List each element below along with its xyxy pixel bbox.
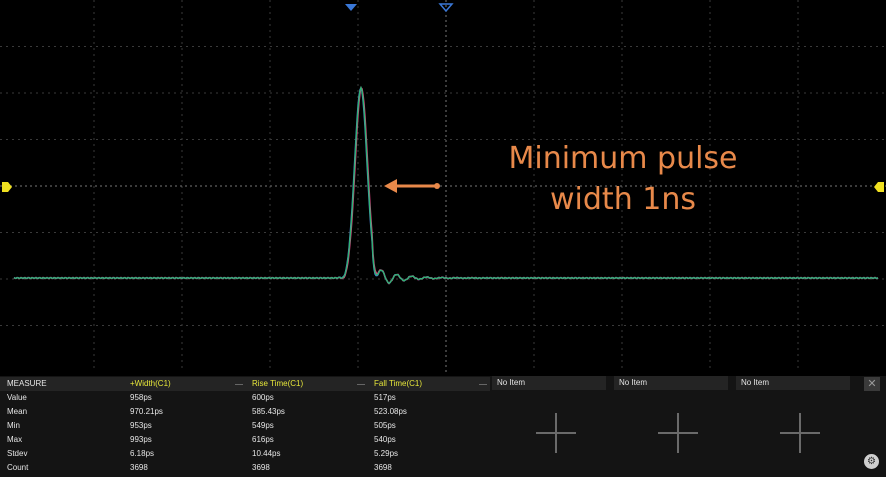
pulse-width-arrow-icon — [384, 179, 440, 193]
gear-icon: ⚙ — [867, 456, 876, 467]
empty-slot-label: No Item — [741, 378, 770, 387]
table-row: Max 993ps 616ps 540ps — [0, 433, 490, 447]
empty-measure-slot-1[interactable]: No Item — [492, 376, 606, 390]
empty-slot-label: No Item — [619, 378, 648, 387]
row-value: 993ps — [130, 435, 152, 444]
table-row: Count 3698 3698 3698 — [0, 461, 490, 475]
measure-header-row: MEASURE +Width(C1) Rise Time(C1) Fall Ti… — [0, 377, 490, 391]
row-value: 3698 — [374, 463, 392, 472]
row-value: 5.29ps — [374, 449, 399, 458]
row-value: 505ps — [374, 421, 396, 430]
close-icon: ✕ — [867, 378, 877, 390]
row-label: Count — [7, 463, 29, 472]
empty-slot-label: No Item — [497, 378, 526, 387]
measure-title: MEASURE — [7, 379, 47, 388]
measure-col-width[interactable]: +Width(C1) — [130, 377, 171, 391]
row-label: Min — [7, 421, 20, 430]
oscilloscope-screen: Minimum pulse width 1ns MEASURE +Width(C… — [0, 0, 886, 477]
add-measure-2-plus-icon[interactable] — [658, 413, 698, 453]
row-label: Stdev — [7, 449, 28, 458]
row-label: Value — [7, 393, 27, 402]
annotation-line-2: width 1ns — [550, 182, 696, 217]
close-measure-button[interactable]: ✕ — [864, 377, 880, 391]
trigger-position-marker[interactable] — [345, 4, 357, 11]
annotation-line-1: Minimum pulse — [508, 141, 738, 176]
add-measure-3-plus-icon[interactable] — [780, 413, 820, 453]
row-value: 970.21ps — [130, 407, 163, 416]
table-row: Min 953ps 549ps 505ps — [0, 419, 490, 433]
row-value: 549ps — [252, 421, 274, 430]
row-value: 3698 — [130, 463, 148, 472]
measure-col-fall[interactable]: Fall Time(C1) — [374, 377, 422, 391]
measure-col-rise[interactable]: Rise Time(C1) — [252, 377, 303, 391]
add-measure-1-plus-icon[interactable] — [536, 413, 576, 453]
column-separator — [357, 384, 365, 385]
row-value: 616ps — [252, 435, 274, 444]
row-value: 517ps — [374, 393, 396, 402]
table-row: Stdev 6.18ps 10.44ps 5.29ps — [0, 447, 490, 461]
row-label: Mean — [7, 407, 28, 416]
row-value: 953ps — [130, 421, 152, 430]
row-value: 523.08ps — [374, 407, 407, 416]
empty-measure-slot-3[interactable]: No Item — [736, 376, 850, 390]
trigger-level-right-marker[interactable] — [874, 182, 884, 192]
row-label: Max — [7, 435, 23, 444]
row-value: 540ps — [374, 435, 396, 444]
row-value: 3698 — [252, 463, 270, 472]
row-value: 958ps — [130, 393, 152, 402]
trigger-level-left-marker[interactable] — [2, 182, 12, 192]
row-value: 600ps — [252, 393, 274, 402]
row-value: 6.18ps — [130, 449, 155, 458]
column-separator — [235, 384, 243, 385]
row-value: 10.44ps — [252, 449, 281, 458]
table-row: Mean 970.21ps 585.43ps 523.08ps — [0, 405, 490, 419]
column-separator — [479, 384, 487, 385]
table-row: Value 958ps 600ps 517ps — [0, 391, 490, 405]
empty-measure-slot-2[interactable]: No Item — [614, 376, 728, 390]
row-value: 585.43ps — [252, 407, 285, 416]
settings-button[interactable]: ⚙ — [864, 454, 879, 469]
pulse-width-annotation: Minimum pulse width 1ns — [478, 138, 768, 220]
